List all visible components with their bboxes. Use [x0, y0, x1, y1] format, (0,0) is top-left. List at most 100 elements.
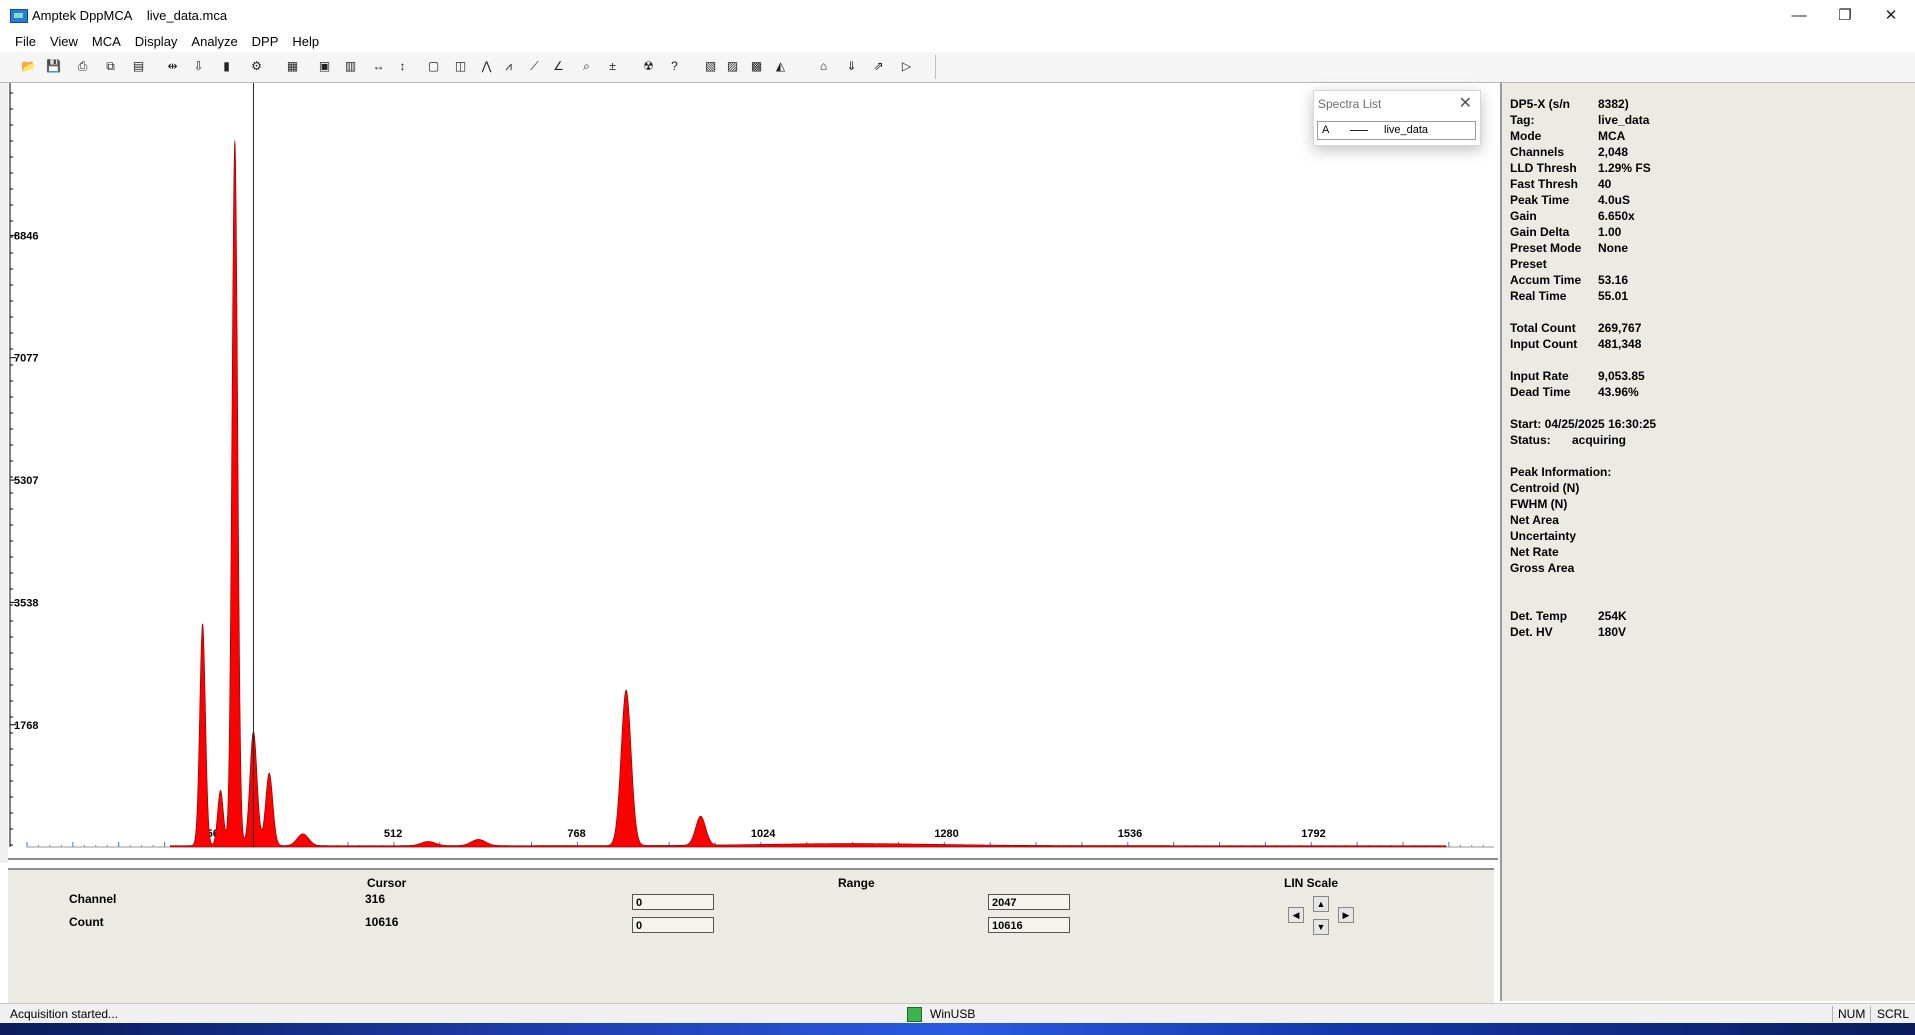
spectra-list-close-icon[interactable]: ✕ [1459, 93, 1472, 113]
info-0-label: DP5-X (s/n [1510, 97, 1571, 111]
count-0-label: Total Count [1510, 321, 1576, 335]
calibrate-icon[interactable]: ▦ [284, 58, 301, 75]
y-tick-label: 1768 [14, 720, 38, 732]
scale-down-button[interactable]: ▼ [1313, 919, 1329, 935]
zoom-fit-icon[interactable]: ◫ [452, 58, 469, 75]
vertical-zoom-icon[interactable]: ↕ [394, 58, 411, 75]
detector-1-value: 180V [1598, 625, 1627, 639]
magnify-icon[interactable]: ⌕ [578, 58, 595, 75]
forward-icon[interactable]: ⇗ [870, 58, 887, 75]
menu-file[interactable]: File [0, 32, 43, 52]
save-icon[interactable]: 💾 [45, 58, 62, 75]
down-icon[interactable]: ⇓ [843, 58, 860, 75]
fast-display-icon[interactable]: ▨ [724, 58, 741, 75]
print-icon[interactable]: ⎙ [74, 58, 91, 75]
radiation-icon[interactable]: ☢ [640, 58, 657, 75]
y-tick-label: 8846 [14, 230, 38, 242]
toolbar-separator [935, 55, 936, 79]
peak-info-3-label: Net Area [1510, 513, 1559, 527]
x-tick-label: 512 [384, 828, 402, 840]
menu-dpp[interactable]: DPP [245, 32, 286, 52]
restore-button[interactable]: ❐ [1822, 4, 1868, 28]
peak-info-2-label: FWHM (N) [1510, 497, 1568, 511]
page-icon[interactable]: ▥ [342, 58, 359, 75]
scroll-lock-indicator: SCRL [1877, 1007, 1910, 1021]
peak-info-0-label: Peak Information: [1510, 465, 1612, 479]
connect-icon[interactable]: ⇹ [164, 58, 181, 75]
sort-icon[interactable]: ⇩ [190, 58, 207, 75]
detector-1-label: Det. HV [1510, 625, 1553, 639]
connection-status: WinUSB [930, 1007, 976, 1021]
title-bar: Amptek DppMCA live_data.mca — ❐ ✕ [0, 0, 1915, 33]
count-1-label: Input Count [1510, 337, 1578, 351]
home-icon[interactable]: ⌂ [815, 58, 832, 75]
detector-0-value: 254K [1598, 609, 1627, 623]
range-channel-max-input[interactable]: 2047 [988, 894, 1070, 910]
info-12-value: 55.01 [1598, 289, 1629, 303]
info-8-value: 1.00 [1598, 225, 1622, 239]
cursor-count-value: 10616 [365, 915, 399, 929]
info-11-label: Accum Time [1510, 273, 1582, 287]
close-button[interactable]: ✕ [1868, 4, 1914, 28]
menu-display[interactable]: Display [128, 32, 185, 52]
spectra-list-panel: Spectra List ✕ A live_data [1313, 90, 1481, 146]
info-3-label: Channels [1510, 145, 1565, 159]
info-9-value: None [1598, 241, 1628, 255]
info-panel: DP5-X (s/n 8382) Tag: live_data Mode MCA Chann… [1500, 83, 1915, 1001]
info-6-value: 4.0uS [1598, 193, 1631, 207]
menu-view[interactable]: View [43, 32, 85, 52]
copy-icon[interactable]: ⧉ [102, 58, 119, 75]
detector-0-label: Det. Temp [1510, 609, 1568, 623]
next-icon[interactable]: ▷ [898, 58, 915, 75]
minimize-button[interactable]: — [1776, 4, 1822, 28]
help-icon[interactable]: ? [666, 58, 683, 75]
data-display-icon[interactable]: ▩ [748, 58, 765, 75]
peak-info-5-label: Net Rate [1510, 545, 1559, 559]
info-7-value: 6.650x [1598, 209, 1635, 223]
count-0-value: 269,767 [1598, 321, 1642, 335]
x-tick-label: 1792 [1301, 828, 1325, 840]
time-display-icon[interactable]: ▧ [702, 58, 719, 75]
horizontal-zoom-icon[interactable]: ↔ [370, 58, 387, 75]
menu-mca[interactable]: MCA [85, 32, 128, 52]
energy-display-icon[interactable]: ◭ [772, 58, 789, 75]
rate-1-value: 43.96% [1598, 385, 1639, 399]
range-count-min-input[interactable]: 0 [632, 917, 714, 933]
spectrum-plot[interactable]: 1768353853077077884625651276810241280153… [8, 83, 1498, 863]
usb-icon [907, 1007, 922, 1022]
start-label: Start: 04/25/2025 16:30:25 [1510, 417, 1657, 431]
range-count-max-input[interactable]: 10616 [988, 917, 1070, 933]
range-channel-min-input[interactable]: 0 [632, 894, 714, 910]
scale-right-button[interactable]: ▶ [1338, 907, 1354, 923]
export-icon[interactable]: ▤ [130, 58, 147, 75]
palette-icon[interactable]: ▣ [316, 58, 333, 75]
add-spectra-icon[interactable]: ± [604, 58, 621, 75]
scale-up-button[interactable]: ▲ [1313, 896, 1329, 912]
toolbar: 📂 💾 ⎙ ⧉ ▤ ⇹ ⇩ ▮ ⚙ ▦ ▣ ▥ ↔ ↕ ▢ ◫ ⋀ ⩘ ⟋ ∠ ⌕ ± ☢? ▧ ▨ ▩ ◭ ⌂ ⇓ ⇗ ▷ [0, 52, 1915, 83]
info-2-label: Mode [1510, 129, 1542, 143]
app-icon [10, 9, 28, 23]
peak-icon[interactable]: ⋀ [478, 58, 495, 75]
spectra-letter: A [1322, 124, 1330, 136]
control-panel: Cursor Range LIN Scale Channel Count 316… [8, 868, 1494, 1003]
device-icon[interactable]: ▮ [218, 58, 235, 75]
spectrum-chart: 1768353853077077884625651276810241280153… [8, 83, 1498, 860]
log-icon[interactable]: ∠ [550, 58, 567, 75]
settings-icon[interactable]: ⚙ [248, 58, 265, 75]
menu-help[interactable]: Help [285, 32, 326, 52]
status-message: Acquisition started... [10, 1007, 119, 1021]
info-4-value: 1.29% FS [1598, 161, 1651, 175]
peak-info-4-label: Uncertainty [1510, 529, 1577, 543]
scale-left-button[interactable]: ◀ [1288, 907, 1304, 923]
peak-search-icon[interactable]: ⩘ [500, 58, 517, 75]
zoom-box-icon[interactable]: ▢ [425, 58, 442, 75]
menu-analyze[interactable]: Analyze [184, 32, 244, 52]
open-icon[interactable]: 📂 [20, 58, 37, 75]
linear-icon[interactable]: ⟋ [526, 58, 543, 75]
range-label: Range [838, 876, 875, 890]
peak-info-1-label: Centroid (N) [1510, 481, 1580, 495]
rate-1-label: Dead Time [1510, 385, 1571, 399]
info-1-label: Tag: [1510, 113, 1535, 127]
spectra-list-item[interactable]: A live_data [1317, 121, 1476, 140]
info-4-label: LLD Thresh [1510, 161, 1577, 175]
